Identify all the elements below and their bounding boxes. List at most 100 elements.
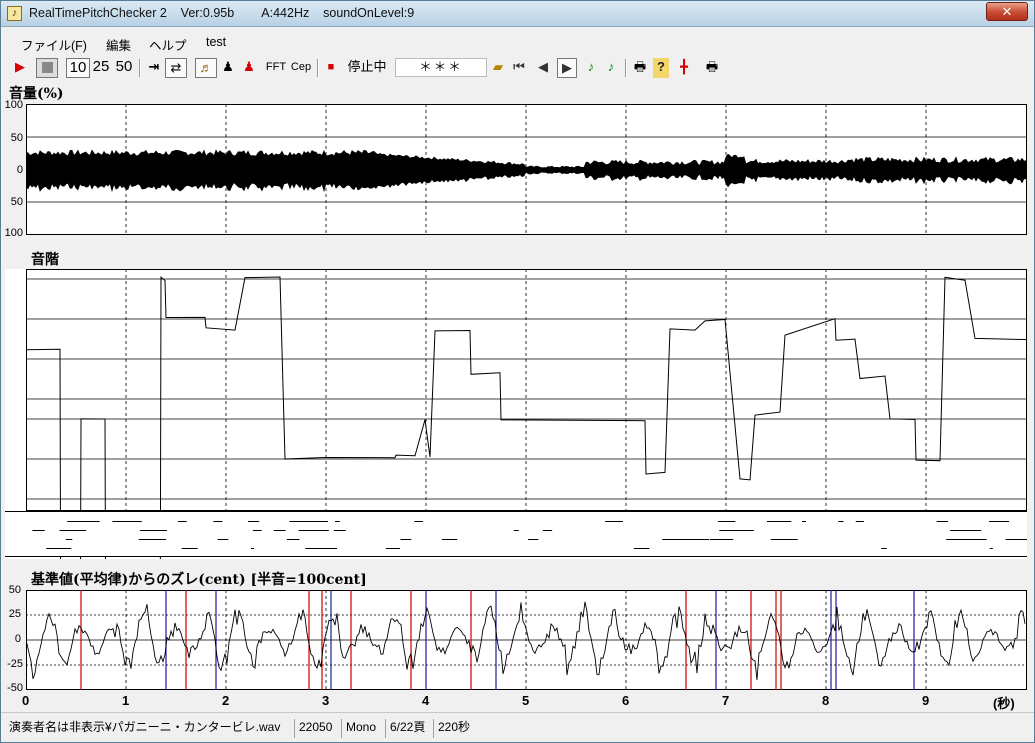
skip-icon[interactable]: ⇥ (145, 58, 163, 78)
scale-title: 音階 (31, 252, 59, 268)
time-axis: 0 1 2 3 4 5 6 7 8 9 (秒) (21, 693, 1033, 711)
first-icon[interactable]: ⏮ (511, 58, 527, 78)
cent-tick: 0 (14, 633, 21, 645)
note-segment (528, 539, 539, 540)
app-window: ♪ RealTimePitchChecker 2 Ver:0.95b A:442… (0, 0, 1035, 743)
note-segment (50, 548, 64, 549)
cep-button[interactable]: Cep (289, 58, 313, 78)
speed-25-button[interactable]: 25 (91, 58, 111, 78)
scale-chart (5, 269, 1027, 559)
person-red-icon[interactable]: ♟ (240, 58, 258, 78)
time-tick: 3 (322, 693, 330, 708)
note-segment (248, 521, 260, 522)
note-segment (950, 530, 982, 531)
menu-file[interactable]: ファイル(F) (21, 35, 87, 54)
note-segment (989, 521, 1010, 522)
note-green2-icon[interactable]: ♪ (603, 58, 619, 78)
volume-tick: 50 (10, 196, 23, 208)
note-segment (513, 530, 519, 531)
status-text: 停止中 (347, 59, 387, 74)
note-segment (273, 530, 286, 531)
cent-title: 基準値(平均律)からのズレ(cent) [半音=100cent] (31, 572, 367, 588)
speed-10-button[interactable]: 10 (66, 58, 90, 78)
note-segment (801, 521, 806, 522)
stop-icon[interactable] (36, 58, 58, 78)
status-channels: Mono (341, 719, 380, 738)
note-segment (838, 521, 844, 522)
status-duration: 220秒 (433, 719, 474, 738)
toolbar-separator (625, 59, 627, 77)
note-segment (333, 530, 346, 531)
time-tick: 8 (822, 693, 830, 708)
toolbar-separator (317, 59, 319, 77)
note-segment (217, 539, 229, 540)
violin-icon[interactable]: ♬ (195, 58, 217, 78)
menu-help[interactable]: ヘルプ (149, 35, 187, 54)
note-display: ＊＊＊ (395, 58, 487, 77)
note-segment (181, 548, 198, 549)
fft-button[interactable]: FFT (263, 58, 289, 78)
note-segment (414, 521, 424, 522)
note-segment (989, 548, 993, 549)
time-tick: 7 (722, 693, 730, 708)
note-segment (213, 521, 223, 522)
note-segment (441, 539, 458, 540)
menu-edit[interactable]: 編集 (106, 35, 131, 54)
title-bar[interactable]: ♪ RealTimePitchChecker 2 Ver:0.95b A:442… (1, 1, 1034, 27)
speed-50-button[interactable]: 50 (113, 58, 135, 78)
note-segment (605, 521, 623, 522)
print-icon[interactable]: 🖶 (631, 58, 649, 78)
toolbar-separator (139, 59, 141, 77)
note-segment (65, 539, 73, 540)
note-segment (286, 539, 300, 540)
note-segment (144, 530, 168, 531)
time-tick: 1 (122, 693, 130, 708)
menu-bar: ファイル(F) 編集 ヘルプ test (1, 32, 1034, 54)
volume-y-axis: 100 50 0 50 100 (3, 99, 25, 239)
note-segment (954, 539, 987, 540)
volume-tick: 0 (16, 164, 23, 176)
marker-icon[interactable]: ╋ (675, 58, 693, 78)
note-segment (335, 521, 340, 522)
note-segment (400, 539, 412, 540)
note-segment (717, 521, 736, 522)
toolbar: ▶ 10 25 50 ⇥ ⇄ ♬ ♟ ♟ FFT Cep ■ 停止中 ＊＊＊ ▰… (5, 56, 1030, 80)
note-segment (1007, 539, 1027, 540)
play-icon[interactable]: ▶ (11, 58, 29, 78)
note-segment (770, 539, 791, 540)
status-file: 演奏者名は非表示¥パガニーニ・カンタービレ.wav (9, 720, 281, 734)
record-icon[interactable]: ■ (323, 58, 339, 78)
print2-icon[interactable]: 🖶 (703, 58, 721, 78)
next-icon[interactable]: ▶ (557, 58, 577, 78)
cent-chart (26, 590, 1027, 690)
note-segment (855, 521, 864, 522)
time-tick: 4 (422, 693, 430, 708)
note-segment (67, 521, 100, 522)
person-black-icon[interactable]: ♟ (219, 58, 237, 78)
note-segment (385, 548, 401, 549)
time-tick: 0 (22, 693, 30, 708)
note-segment (633, 548, 650, 549)
note-segment (679, 539, 710, 540)
note-segment (112, 521, 142, 522)
note-segment (305, 548, 337, 549)
note-segment (719, 530, 733, 531)
help-icon[interactable]: ? (653, 58, 669, 78)
note-segment (709, 539, 734, 540)
note-segment (138, 539, 167, 540)
volume-chart (26, 104, 1027, 235)
volume-tick: 50 (10, 132, 23, 144)
loop-icon[interactable]: ⇄ (165, 58, 187, 78)
cent-tick: 50 (8, 584, 21, 596)
note-segment (298, 530, 329, 531)
note-segment (252, 530, 262, 531)
prev-icon[interactable]: ◀ (535, 58, 551, 78)
close-button[interactable]: ✕ (986, 2, 1028, 21)
status-rate: 22050 (294, 719, 336, 738)
folder-open-icon[interactable]: ▰ (489, 58, 507, 78)
app-icon: ♪ (7, 6, 22, 21)
cent-y-axis: 50 25 0 -25 -50 (1, 584, 23, 694)
note-green-icon[interactable]: ♪ (583, 58, 599, 78)
menu-test[interactable]: test (206, 35, 226, 49)
note-segment (936, 521, 949, 522)
